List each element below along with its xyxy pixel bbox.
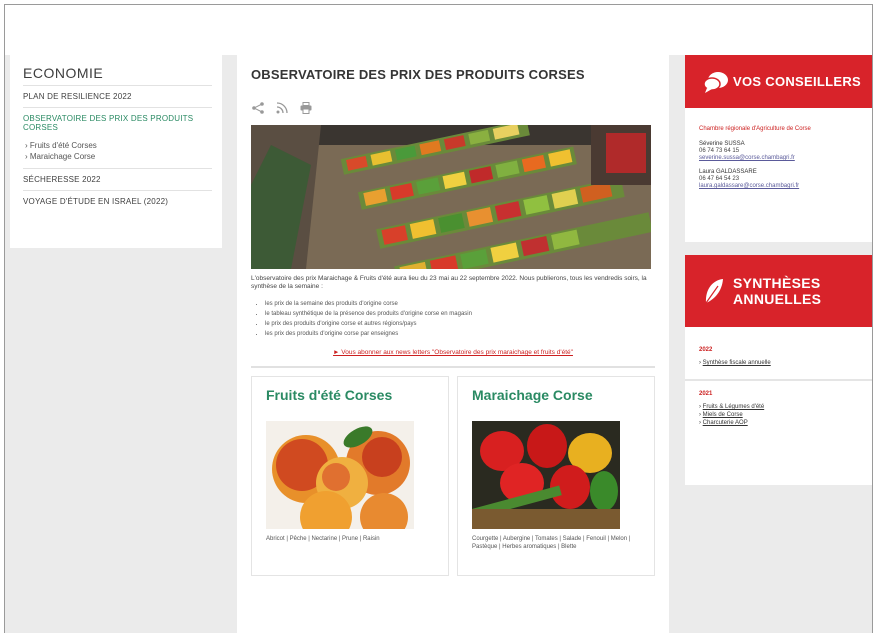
card-caption: Abricot | Pêche | Nectarine | Prune | Ra… [266, 536, 380, 542]
sidebar-subitem-fruits[interactable]: › Fruits d'été Corses [25, 140, 212, 151]
contact-card: Séverine SUSSA 06 74 73 64 15 severine.s… [699, 141, 864, 162]
year-label: 2021 [699, 391, 713, 397]
synthese-link[interactable]: › Charcuterie AOP [699, 419, 864, 427]
bullet-item: les prix des produits d'origine corse pa… [265, 329, 655, 339]
card-title[interactable]: Fruits d'été Corses [266, 387, 434, 403]
page-title: OBSERVATOIRE DES PRIX DES PRODUITS CORSE… [251, 67, 585, 82]
sidebar-subitems: › Fruits d'été Corses › Maraichage Corse [23, 138, 212, 162]
vegetables-image[interactable] [472, 421, 620, 529]
synthese-link[interactable]: › Fruits & Légumes d'été [699, 403, 864, 411]
syntheses-title-line1: SYNTHÈSES [733, 275, 821, 291]
supermarket-hero-image [251, 119, 653, 286]
synthese-link[interactable]: › Synthèse fiscale annuelle [699, 359, 864, 367]
contact-email-link[interactable]: laura.galdassare@corse.chambagri.fr [699, 183, 864, 190]
syntheses-header: SYNTHÈSES ANNUELLES [685, 255, 872, 327]
card-maraichage[interactable]: Maraichage Corse Courgette | Aubergine |… [457, 376, 655, 576]
peaches-image[interactable] [266, 421, 414, 543]
browser-frame: ECONOMIE PLAN DE RESILIENCE 2022 OBSERVA… [4, 4, 873, 633]
share-icon[interactable] [251, 101, 265, 115]
bullet-item: le prix des produits d'origine corse et … [265, 319, 655, 329]
chat-bubble-icon [703, 70, 729, 94]
contact-email-link[interactable]: severine.sussa@corse.chambagri.fr [699, 155, 864, 162]
leaf-icon [703, 277, 725, 305]
contact-card: Laura GALDASSARE 06 47 64 54 23 laura.ga… [699, 169, 864, 190]
chamber-name: Chambre régionale d'Agriculture de Corse [699, 126, 811, 132]
bullet-list: les prix de la semaine des produits d'or… [265, 299, 655, 339]
syntheses-title-line2: ANNUELLES [733, 291, 822, 307]
sidebar-item-secheresse[interactable]: SÉCHERESSE 2022 [23, 168, 212, 190]
conseillers-box: VOS CONSEILLERS Chambre régionale d'Agri… [685, 55, 872, 242]
synthese-link[interactable]: › Miels de Corse [699, 411, 864, 419]
bullet-item: les prix de la semaine des produits d'or… [265, 299, 655, 309]
sidebar-item-plan-resilience[interactable]: PLAN DE RESILIENCE 2022 [23, 85, 212, 107]
newsletter-link[interactable]: ► Vous abonner aux news letters "Observa… [251, 349, 655, 356]
year-label: 2022 [699, 347, 713, 353]
syntheses-box: SYNTHÈSES ANNUELLES 2022 › Synthèse fisc… [685, 255, 872, 485]
bullet-item: le tableau synthétique de la présence de… [265, 309, 655, 319]
divider [685, 379, 872, 381]
contact-name: Laura GALDASSARE [699, 169, 757, 175]
top-band [5, 5, 872, 55]
conseillers-title: VOS CONSEILLERS [733, 74, 862, 89]
share-toolbar [251, 101, 655, 119]
sidebar-item-voyage-israel[interactable]: VOYAGE D'ÉTUDE EN ISRAEL (2022) [23, 190, 212, 212]
print-icon[interactable] [299, 101, 313, 115]
rss-icon[interactable] [275, 101, 289, 115]
card-fruits[interactable]: Fruits d'été Corses Abricot | Pêche | Ne… [251, 376, 449, 576]
sidebar: ECONOMIE PLAN DE RESILIENCE 2022 OBSERVA… [10, 55, 222, 248]
conseillers-header: VOS CONSEILLERS [685, 55, 872, 108]
sidebar-title: ECONOMIE [23, 65, 104, 81]
contact-phone: 06 74 73 64 15 [699, 148, 740, 154]
sidebar-item-observatoire[interactable]: OBSERVATOIRE DES PRIX DES PRODUITS CORSE… [23, 107, 212, 138]
divider [251, 366, 655, 368]
main-content: OBSERVATOIRE DES PRIX DES PRODUITS CORSE… [237, 55, 669, 633]
contact-name: Séverine SUSSA [699, 141, 745, 147]
card-title[interactable]: Maraichage Corse [472, 387, 640, 403]
contact-phone: 06 47 64 54 23 [699, 176, 740, 182]
category-cards: Fruits d'été Corses Abricot | Pêche | Ne… [251, 376, 655, 576]
sidebar-subitem-maraichage[interactable]: › Maraichage Corse [25, 151, 212, 162]
card-caption: Courgette | Aubergine | Tomates | Salade… [472, 536, 631, 550]
intro-text: L'observatoire des prix Maraichage & Fru… [251, 275, 647, 290]
